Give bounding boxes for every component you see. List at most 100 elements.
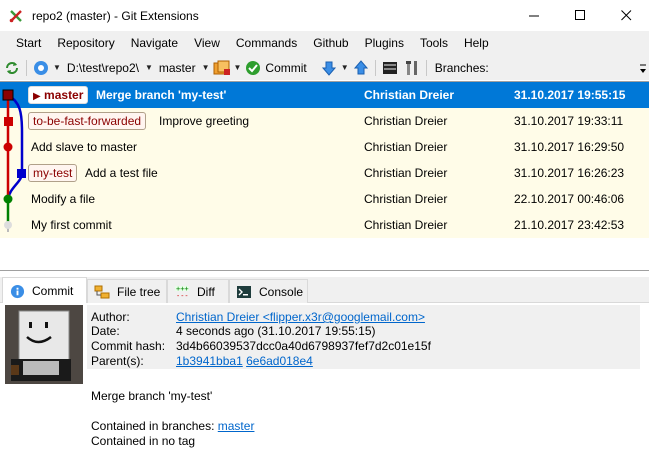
commit-row[interactable]: to-be-fast-forwarded Improve greeting Ch…	[0, 108, 649, 134]
console-icon	[236, 284, 252, 300]
commit-message-full: Merge branch 'my-test'	[91, 389, 213, 403]
author-link[interactable]: Christian Dreier <flipper.x3r@googlemail…	[176, 310, 425, 324]
toolbar-separator	[425, 59, 427, 76]
minimize-button[interactable]	[511, 0, 557, 31]
commit-info-box: Author: Christian Dreier <flipper.x3r@go…	[87, 305, 640, 369]
menu-view[interactable]: View	[186, 31, 228, 55]
branch-badge[interactable]: my-test	[28, 164, 78, 182]
date-label: Date:	[91, 324, 120, 338]
git-extensions-logo	[9, 9, 22, 22]
menu-repository[interactable]: Repository	[49, 31, 122, 55]
parent-link[interactable]: 1b3941bba1	[176, 354, 243, 368]
revision-grid: ▶ master Merge branch 'my-test' Christia…	[0, 81, 649, 271]
commit-check-icon	[246, 60, 261, 75]
commit-date: 31.10.2017 19:33:11	[514, 114, 624, 128]
graph-node	[4, 117, 13, 126]
commit-date-value: 4 seconds ago (31.10.2017 19:55:15)	[176, 324, 376, 338]
menu-tools[interactable]: Tools	[412, 31, 456, 55]
contained-branches: Contained in branches: master	[91, 419, 254, 433]
commit-row[interactable]: Modify a file Christian Dreier 22.10.201…	[0, 186, 649, 212]
settings-gear-icon	[34, 60, 48, 75]
menu-commands[interactable]: Commands	[228, 31, 305, 55]
svg-text:---: ---	[176, 292, 189, 300]
graph-node	[3, 142, 13, 152]
commit-author: Christian Dreier	[364, 166, 448, 180]
commit-message: My first commit	[31, 218, 112, 232]
stash-icon	[213, 60, 230, 75]
window-title: repo2 (master) - Git Extensions	[32, 8, 199, 23]
stash-dropdown-arrow[interactable]: ▼	[234, 63, 242, 72]
tools-icon	[405, 60, 417, 75]
toolbar: ▼ D:\test\repo2\ ▼ master ▼ ▼ Commit ▼ B…	[0, 55, 649, 80]
commit-row[interactable]: ▶ master Merge branch 'my-test' Christia…	[0, 82, 649, 108]
menu-navigate[interactable]: Navigate	[123, 31, 186, 55]
detail-tabs: Commit File tree +++ --- Diff Console	[0, 277, 649, 304]
tab-label: Diff	[197, 284, 215, 299]
settings-dropdown-arrow[interactable]: ▼	[53, 63, 61, 72]
commit-date: 31.10.2017 16:26:23	[514, 166, 625, 180]
revision-graph	[2, 89, 26, 232]
contained-tag: Contained in no tag	[91, 434, 196, 448]
contained-branches-label: Contained in branches:	[91, 419, 215, 433]
commit-date: 31.10.2017 16:29:50	[514, 140, 625, 154]
commit-author: Christian Dreier	[364, 218, 448, 232]
branch-dropdown-arrow[interactable]: ▼	[202, 63, 210, 72]
menu-help[interactable]: Help	[456, 31, 497, 55]
hash-label: Commit hash:	[91, 339, 166, 353]
commit-message: Add a test file	[85, 166, 158, 180]
toolbar-separator	[374, 59, 376, 76]
commit-check-button[interactable]	[244, 59, 262, 77]
branch-badge-current[interactable]: ▶ master	[28, 86, 89, 104]
commit-date: 31.10.2017 19:55:15	[514, 88, 626, 102]
stash-button[interactable]	[213, 59, 231, 77]
console-button[interactable]	[381, 59, 399, 77]
tab-diff[interactable]: +++ --- Diff	[167, 279, 229, 303]
toolbar-overflow-icon[interactable]	[639, 60, 647, 76]
tools-button[interactable]	[403, 59, 421, 77]
commit-author: Christian Dreier	[364, 192, 448, 206]
branch-badge[interactable]: to-be-fast-forwarded	[28, 112, 147, 130]
repo-path-dropdown-arrow[interactable]: ▼	[145, 63, 153, 72]
commit-message: Merge branch 'my-test'	[96, 88, 227, 102]
pull-button[interactable]	[320, 59, 338, 77]
commit-author: Christian Dreier	[364, 114, 448, 128]
author-label: Author:	[91, 310, 130, 324]
commit-row[interactable]: Add slave to master Christian Dreier 31.…	[0, 134, 649, 160]
info-icon	[9, 283, 25, 299]
close-icon	[620, 10, 631, 21]
commit-hash-value: 3d4b66039537dcc0a40d6798937fef7d2c01e15f	[176, 339, 431, 353]
commit-message: Improve greeting	[159, 114, 250, 128]
branches-label: Branches:	[434, 60, 489, 75]
menu-plugins[interactable]: Plugins	[357, 31, 412, 55]
close-button[interactable]	[603, 0, 649, 31]
contained-branch-link[interactable]: master	[218, 419, 255, 433]
menu-start[interactable]: Start	[8, 31, 49, 55]
commit-row[interactable]: My first commit Christian Dreier 21.10.2…	[0, 212, 649, 238]
parent-link[interactable]: 6e6ad018e4	[246, 354, 313, 368]
branch-selector[interactable]: master	[159, 61, 196, 75]
push-button[interactable]	[352, 59, 370, 77]
tab-label: Console	[259, 284, 304, 299]
tab-commit[interactable]: Commit	[2, 277, 87, 304]
menu-bar: Start Repository Navigate View Commands …	[0, 31, 649, 55]
graph-node	[17, 169, 26, 178]
maximize-icon	[574, 10, 585, 20]
terminal-icon	[382, 61, 397, 74]
commit-author: Christian Dreier	[364, 88, 455, 102]
refresh-button[interactable]	[3, 59, 21, 77]
settings-button[interactable]	[32, 59, 50, 77]
commit-details-panel: Author: Christian Dreier <flipper.x3r@go…	[0, 303, 649, 459]
tab-file-tree[interactable]: File tree	[87, 279, 167, 303]
commit-row[interactable]: my-test Add a test file Christian Dreier…	[0, 160, 649, 186]
commit-date: 22.10.2017 00:46:06	[514, 192, 625, 206]
tab-console[interactable]: Console	[229, 279, 308, 303]
commit-button[interactable]: Commit	[265, 61, 306, 75]
pull-dropdown-arrow[interactable]: ▼	[341, 63, 349, 72]
maximize-button[interactable]	[557, 0, 603, 31]
pull-arrow-icon	[321, 61, 336, 76]
repo-path-selector[interactable]: D:\test\repo2\	[67, 61, 139, 75]
avatar-image	[5, 305, 83, 384]
graph-node	[3, 194, 13, 204]
menu-github[interactable]: Github	[305, 31, 356, 55]
minimize-icon	[528, 15, 539, 17]
